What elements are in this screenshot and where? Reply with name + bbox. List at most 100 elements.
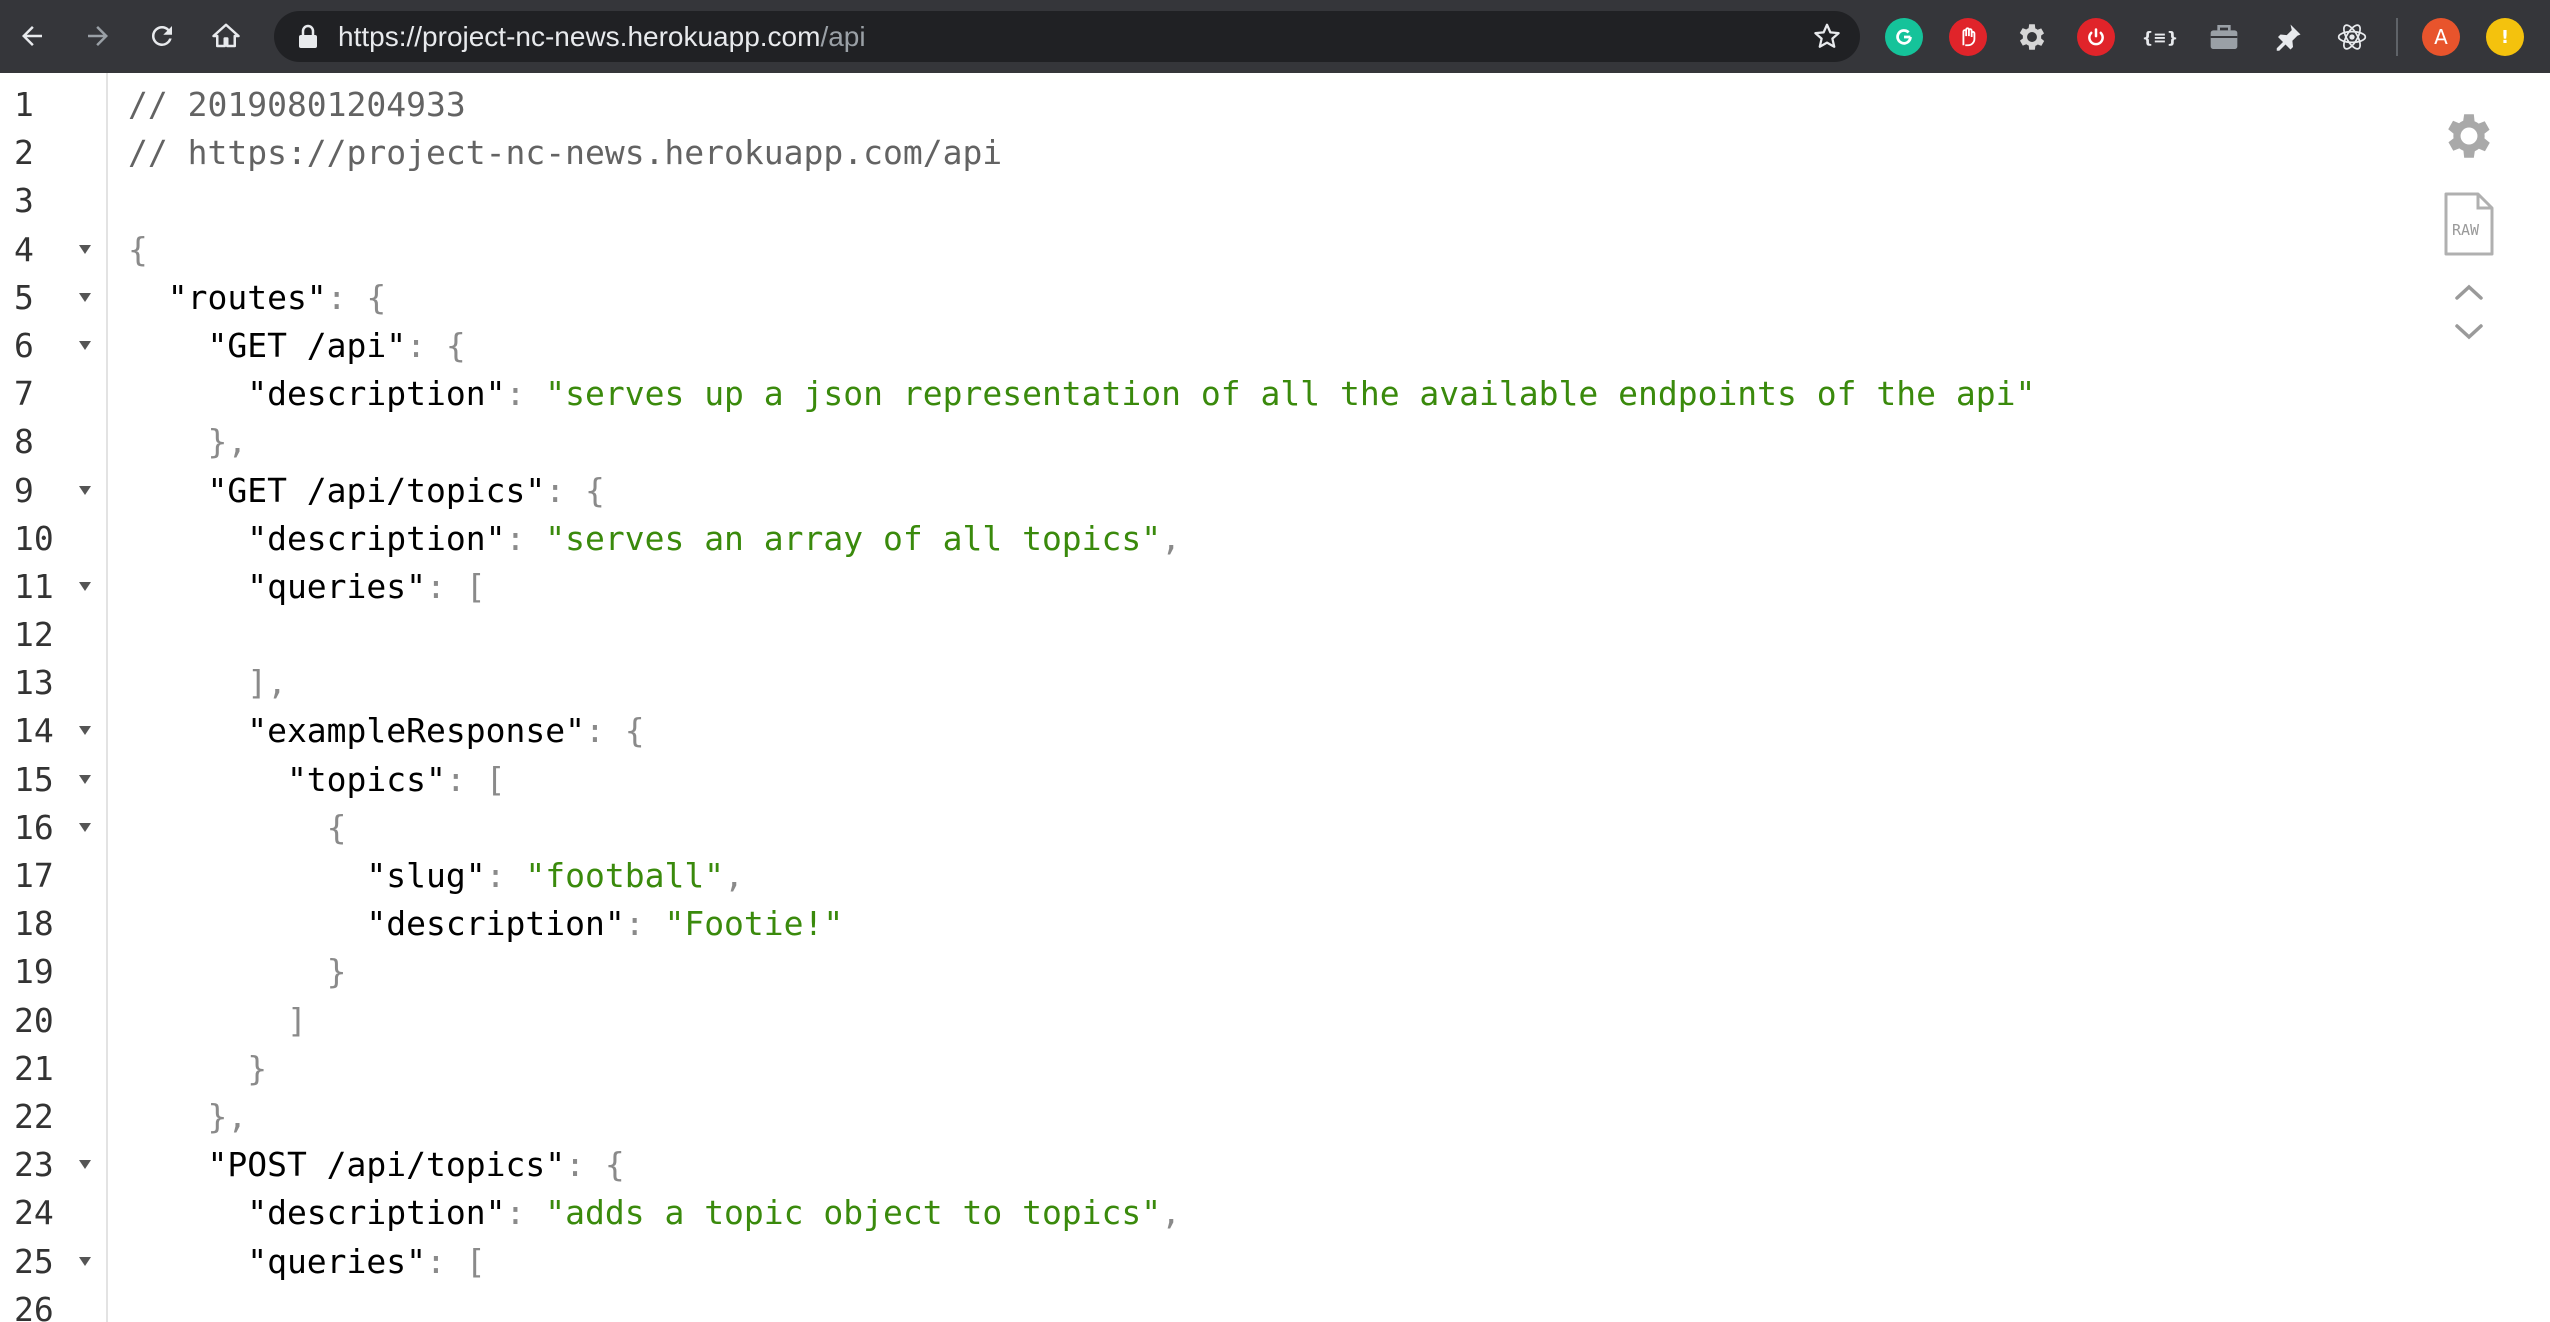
code-line: 19 }	[0, 948, 2550, 996]
fold-toggle-icon[interactable]	[79, 774, 91, 784]
line-number: 5	[14, 277, 34, 317]
home-button[interactable]	[200, 10, 252, 62]
code-line: 5 "routes": {	[0, 274, 2550, 322]
json-punctuation: :	[505, 518, 546, 558]
json-key: "queries"	[128, 1241, 427, 1281]
code-line: 26	[0, 1286, 2550, 1322]
code-line: 1 // 20190801204933	[0, 81, 2550, 129]
grammarly-icon[interactable]	[1885, 18, 1923, 56]
json-key: "slug"	[128, 856, 486, 895]
fold-toggle-icon[interactable]	[79, 581, 91, 591]
code-line: 21 }	[0, 1045, 2550, 1093]
expand-down-icon[interactable]	[2453, 321, 2485, 343]
fold-toggle-icon[interactable]	[79, 485, 91, 495]
address-bar[interactable]: https://project-nc-news.herokuapp.com/ap…	[274, 11, 1860, 62]
fold-toggle-icon[interactable]	[79, 726, 91, 736]
raw-icon[interactable]: RAW	[2443, 191, 2495, 257]
line-number: 13	[14, 663, 54, 703]
json-key: "description"	[128, 1193, 506, 1233]
json-string-value: "Footie!"	[664, 904, 844, 944]
toolbar-divider	[2396, 18, 2398, 56]
code-line: 23 "POST /api/topics": {	[0, 1141, 2550, 1189]
code-line: 2 // https://project-nc-news.herokuapp.co…	[0, 129, 2550, 177]
comment-text: // 20190801204933	[128, 85, 466, 124]
code-content: "slug": "football",	[128, 852, 744, 900]
code-content: // 20190801204933	[128, 81, 466, 129]
code-content: "description": "serves up a json represe…	[128, 370, 2035, 418]
json-key: "description"	[128, 904, 625, 944]
code-line: 8 },	[0, 418, 2550, 466]
json-punctuation: ,	[1161, 518, 1182, 558]
forward-button[interactable]	[72, 10, 124, 62]
json-key: "description"	[128, 374, 506, 414]
json-punctuation: ]	[128, 1000, 307, 1040]
code-line: 22 },	[0, 1093, 2550, 1141]
code-content: "queries": [	[128, 563, 485, 611]
json-formatter-icon[interactable]: {≡}	[2141, 18, 2179, 56]
reload-button[interactable]	[136, 10, 188, 62]
line-number: 14	[14, 711, 54, 751]
line-number: 23	[14, 1145, 54, 1185]
code-content: "routes": {	[128, 274, 387, 322]
fold-toggle-icon[interactable]	[79, 1160, 91, 1170]
line-number: 2	[14, 133, 34, 173]
avatar[interactable]: A	[2422, 18, 2460, 56]
home-icon	[212, 23, 240, 48]
json-string-value: "football"	[525, 856, 725, 895]
code-line: 7 "description": "serves up a json repre…	[0, 370, 2550, 418]
line-number: 7	[14, 374, 34, 414]
comment-text: // https://project-nc-news.herokuapp.com…	[128, 133, 1003, 173]
json-punctuation: :	[505, 1193, 546, 1233]
reload-icon	[151, 25, 172, 46]
gear-extension-icon[interactable]	[2013, 18, 2051, 56]
fold-toggle-icon[interactable]	[79, 822, 91, 832]
line-number: 25	[14, 1241, 54, 1281]
settings-gear-icon[interactable]	[2440, 107, 2498, 165]
code-line: 4{	[0, 226, 2550, 274]
collapse-up-icon[interactable]	[2453, 281, 2485, 303]
fold-toggle-icon[interactable]	[79, 1256, 91, 1266]
json-punctuation: :	[624, 904, 665, 944]
json-key: "routes"	[128, 277, 327, 317]
json-punctuation: : {	[406, 325, 466, 365]
lock-icon	[299, 24, 317, 48]
fold-toggle-icon[interactable]	[79, 292, 91, 302]
code-content: "description": "adds a topic object to t…	[128, 1189, 1181, 1237]
line-number: 1	[14, 85, 34, 124]
json-key: "GET /api/topics"	[128, 470, 546, 510]
json-punctuation: :	[485, 856, 526, 895]
code-content: "topics": [	[128, 756, 506, 804]
json-string-value: "serves an array of all topics"	[545, 518, 1162, 558]
update-indicator-icon[interactable]: !	[2486, 18, 2524, 56]
line-number: 12	[14, 615, 54, 655]
url-text[interactable]: https://project-nc-news.herokuapp.com/ap…	[338, 11, 866, 62]
forward-icon	[88, 26, 108, 46]
fold-toggle-icon[interactable]	[79, 244, 91, 254]
line-number: 18	[14, 904, 54, 944]
code-content: }	[128, 1045, 267, 1093]
line-number: 20	[14, 1000, 54, 1040]
fold-toggle-icon[interactable]	[79, 340, 91, 350]
json-punctuation: : {	[565, 1145, 625, 1185]
avatar-letter: A	[2434, 25, 2448, 49]
pin-icon[interactable]	[2269, 18, 2307, 56]
json-string-value: "adds a topic object to topics"	[545, 1193, 1162, 1233]
code-content: "POST /api/topics": {	[128, 1141, 625, 1189]
adblock-icon[interactable]	[1949, 18, 1987, 56]
json-punctuation: {	[128, 807, 347, 847]
json-punctuation: ,	[724, 856, 744, 895]
code-content: "GET /api/topics": {	[128, 467, 604, 515]
star-icon[interactable]	[1812, 21, 1842, 51]
power-icon[interactable]	[2077, 18, 2115, 56]
code-content: ]	[128, 997, 307, 1045]
code-content: }	[128, 948, 347, 996]
code-line: 24 "description": "adds a topic object t…	[0, 1189, 2550, 1237]
line-number: 17	[14, 856, 54, 895]
line-number: 11	[14, 566, 54, 606]
browser-toolbar: https://project-nc-news.herokuapp.com/ap…	[0, 0, 2550, 73]
back-button[interactable]	[6, 10, 58, 62]
code-line: 13 ],	[0, 659, 2550, 707]
react-devtools-icon[interactable]	[2333, 18, 2371, 56]
briefcase-icon[interactable]	[2205, 18, 2243, 56]
code-line: 12	[0, 611, 2550, 659]
